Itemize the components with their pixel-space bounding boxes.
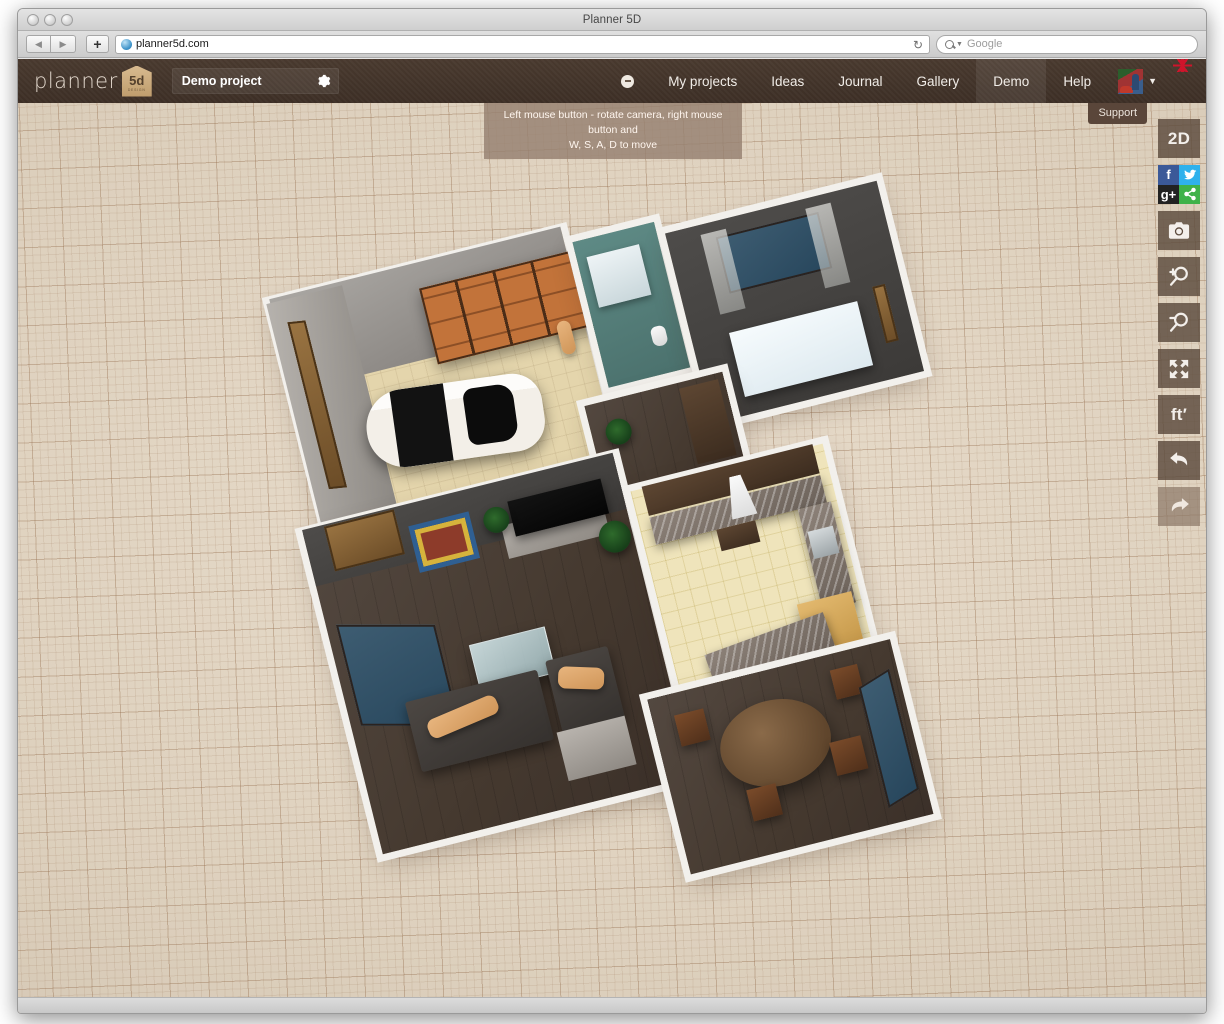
chevron-down-icon[interactable]: ▼: [1148, 76, 1157, 86]
minimize-button[interactable]: [44, 14, 56, 26]
dining-window[interactable]: [859, 669, 919, 808]
web-page-viewport: planner 5d DESIGN Demo project: [18, 59, 1206, 1013]
toilet-object[interactable]: [649, 324, 668, 347]
app-logo[interactable]: planner 5d DESIGN: [34, 66, 152, 97]
gear-icon[interactable]: [317, 74, 331, 88]
nav-item-gallery[interactable]: Gallery: [900, 59, 977, 103]
browser-toolbar: ◀ ▶ + planner5d.com ↻ ▼ Google: [18, 31, 1206, 58]
nav-item-help[interactable]: Help: [1046, 59, 1108, 103]
window-titlebar: Planner 5D: [18, 9, 1206, 31]
share-icon[interactable]: [1179, 185, 1200, 205]
page-bottom-strip: [18, 997, 1206, 1013]
view-mode-2d-button[interactable]: 2D: [1158, 119, 1200, 158]
browser-window: Planner 5D ◀ ▶ + planner5d.com ↻ ▼ Googl…: [17, 8, 1207, 1014]
bedroom-door[interactable]: [872, 284, 899, 343]
search-placeholder: Google: [967, 38, 1002, 50]
viewport-hint-line1: Left mouse button - rotate camera, right…: [490, 108, 736, 138]
dining-chair-2[interactable]: [746, 783, 783, 821]
dining-chair-1[interactable]: [674, 708, 711, 746]
logo-house-badge-icon: 5d DESIGN: [122, 66, 152, 97]
close-button[interactable]: [27, 14, 39, 26]
address-bar-value: planner5d.com: [136, 38, 209, 50]
account-menu[interactable]: ▼: [1108, 59, 1163, 103]
logo-text: planner: [34, 69, 118, 93]
support-tab[interactable]: Support: [1088, 103, 1147, 124]
viewport-hint-line2: W, S, A, D to move: [490, 138, 736, 153]
record-circle-icon: [621, 75, 634, 88]
units-button[interactable]: ft′: [1158, 395, 1200, 434]
logo-badge-text: 5d: [129, 74, 144, 87]
snapshot-button[interactable]: [1158, 211, 1200, 250]
floorplan-3d-canvas[interactable]: [18, 103, 1206, 1013]
site-globe-icon: [121, 39, 132, 50]
logo-badge-subtext: DESIGN: [128, 88, 146, 92]
address-bar[interactable]: planner5d.com ↻: [115, 35, 930, 54]
zoom-button[interactable]: [61, 14, 73, 26]
main-navigation: My projects Ideas Journal Gallery Demo H…: [604, 59, 1206, 103]
forward-button[interactable]: ▶: [51, 35, 76, 53]
viewport-hint: Left mouse button - rotate camera, right…: [484, 103, 742, 159]
nav-item-my-projects[interactable]: My projects: [651, 59, 754, 103]
project-name-field[interactable]: Demo project: [172, 68, 339, 94]
twitter-icon[interactable]: [1179, 165, 1200, 185]
window-traffic-lights[interactable]: [27, 14, 73, 26]
undo-button[interactable]: [1158, 441, 1200, 480]
browser-navigation-buttons[interactable]: ◀ ▶: [26, 35, 76, 53]
zoom-in-button[interactable]: [1158, 257, 1200, 296]
nav-item-ideas[interactable]: Ideas: [754, 59, 821, 103]
redo-button[interactable]: [1158, 487, 1200, 526]
project-name-value: Demo project: [182, 74, 262, 88]
google-plus-icon[interactable]: g+: [1158, 185, 1179, 205]
bed-object[interactable]: [729, 301, 873, 397]
hallway-plant[interactable]: [603, 416, 635, 448]
window-title: Planner 5D: [18, 9, 1206, 31]
dining-chair-4[interactable]: [830, 664, 864, 700]
avatar[interactable]: [1118, 69, 1143, 94]
mannequin-armchair[interactable]: [558, 666, 605, 690]
dining-table[interactable]: [711, 688, 840, 799]
facebook-icon[interactable]: f: [1158, 165, 1179, 185]
car-object[interactable]: [362, 370, 549, 472]
nav-item-journal[interactable]: Journal: [821, 59, 899, 103]
zoom-out-button[interactable]: [1158, 303, 1200, 342]
social-share-group[interactable]: f g+: [1158, 165, 1200, 204]
tool-rail: 2D f g+: [1158, 119, 1200, 526]
nav-item-demo[interactable]: Demo: [976, 59, 1046, 103]
chevron-down-icon[interactable]: ▼: [956, 41, 963, 48]
new-tab-button[interactable]: +: [86, 35, 109, 53]
app-header: planner 5d DESIGN Demo project: [18, 59, 1206, 103]
dining-chair-3[interactable]: [829, 735, 868, 776]
reload-icon[interactable]: ↻: [913, 38, 923, 52]
browser-search-field[interactable]: ▼ Google: [936, 35, 1198, 54]
nav-item-record[interactable]: [604, 59, 651, 103]
search-icon: [945, 40, 954, 49]
language-flag-icon[interactable]: [1173, 59, 1192, 72]
fullscreen-button[interactable]: [1158, 349, 1200, 388]
back-button[interactable]: ◀: [26, 35, 51, 53]
shower-cabin[interactable]: [586, 244, 651, 308]
